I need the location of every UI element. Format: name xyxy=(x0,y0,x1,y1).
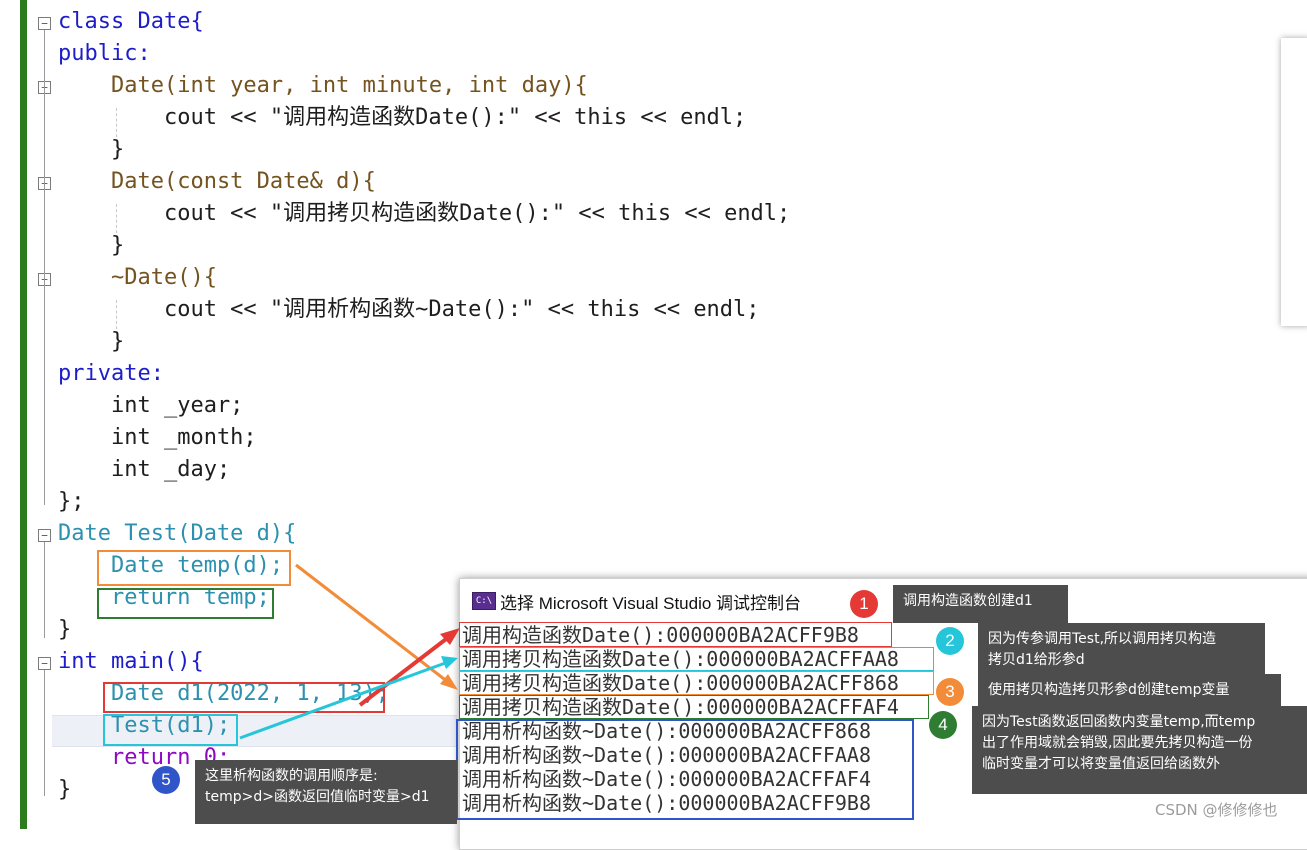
arrow-head xyxy=(441,656,458,669)
step-5-badge: 5 xyxy=(152,766,180,794)
step-1-note: 调用构造函数创建d1 xyxy=(893,585,1068,623)
step-1-badge: 1 xyxy=(850,590,878,618)
step-2-note: 因为传参调用Test,所以调用拷贝构造 拷贝d1给形参d xyxy=(978,623,1265,679)
step-4-note: 因为Test函数返回函数内变量temp,而temp 出了作用域就会销毁,因此要先… xyxy=(972,706,1307,794)
step-4-badge: 4 xyxy=(929,711,957,739)
step-5-note: 这里析构函数的调用顺序是: temp>d>函数返回值临时变量>d1 xyxy=(195,760,457,824)
step-3-badge: 3 xyxy=(936,678,964,706)
arrow-d1-to-console xyxy=(358,634,452,707)
watermark: CSDN @修修修也 xyxy=(1155,801,1278,819)
arrow-test-to-console xyxy=(239,660,449,740)
step-2-badge: 2 xyxy=(936,627,964,655)
arrow-temp-to-console xyxy=(295,563,449,684)
